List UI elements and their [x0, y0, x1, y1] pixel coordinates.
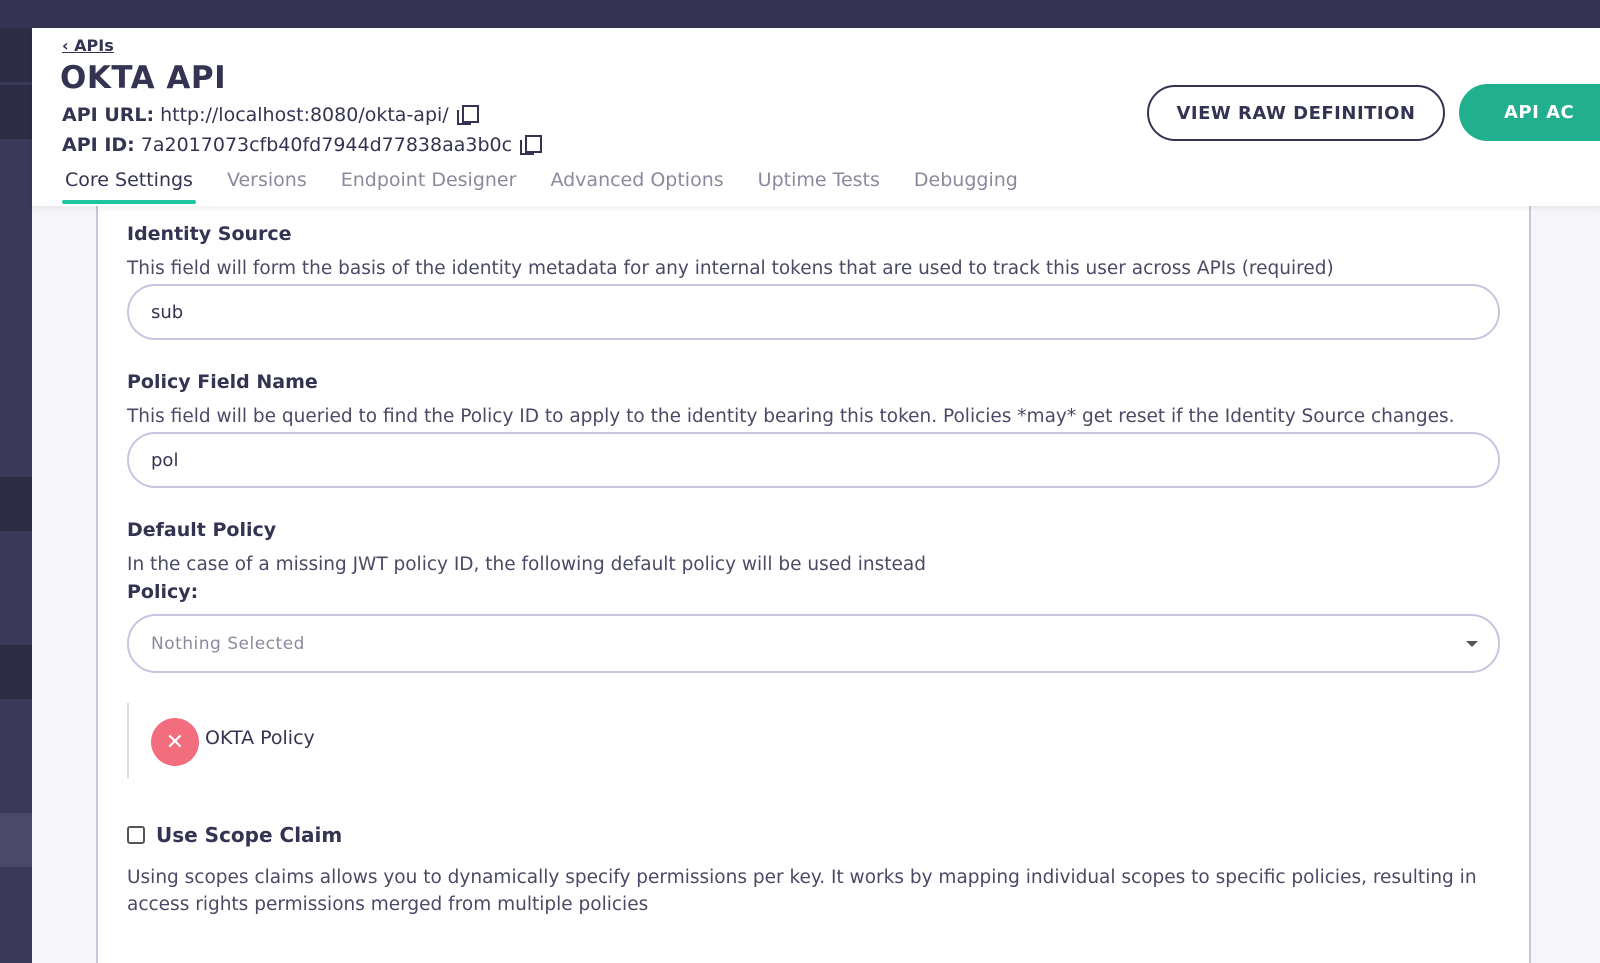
sidebar-item[interactable] [0, 645, 32, 699]
selected-policy-list: ✕ OKTA Policy [127, 703, 427, 778]
api-actions-button[interactable]: API AC [1459, 84, 1600, 141]
default-policy-label: Default Policy [127, 519, 277, 541]
identity-source-value: sub [151, 301, 184, 323]
view-raw-definition-button[interactable]: VIEW RAW DEFINITION [1147, 85, 1445, 141]
copy-icon[interactable] [520, 135, 543, 155]
api-id-row: API ID: 7a2017073cfb40fd7944d77838aa3b0c [62, 134, 543, 156]
policy-select-value: Nothing Selected [151, 633, 305, 654]
back-link-label: APIs [74, 36, 114, 55]
sidebar-item[interactable] [0, 477, 32, 531]
api-url-row: API URL: http://localhost:8080/okta-api/ [62, 104, 479, 126]
policy-field-help: This field will be queried to find the P… [127, 406, 1455, 427]
policy-field-value: pol [151, 449, 179, 471]
tab-core-settings[interactable]: Core Settings [62, 168, 210, 204]
chevron-left-icon: ‹ [62, 36, 69, 55]
policy-select-label: Policy: [127, 581, 199, 603]
top-bar [0, 0, 1600, 28]
tab-uptime-tests[interactable]: Uptime Tests [741, 168, 897, 204]
tab-debugging[interactable]: Debugging [897, 168, 1035, 204]
identity-source-help: This field will form the basis of the id… [127, 258, 1334, 279]
sidebar-item[interactable] [0, 85, 32, 139]
policy-select[interactable]: Nothing Selected [127, 614, 1500, 673]
api-id-value: 7a2017073cfb40fd7944d77838aa3b0c [140, 134, 513, 156]
scope-claim-label: Use Scope Claim [156, 823, 343, 847]
tab-advanced-options[interactable]: Advanced Options [533, 168, 740, 204]
selected-policy-name: OKTA Policy [205, 727, 315, 749]
scope-claim-row: Use Scope Claim [127, 823, 342, 847]
sidebar-item[interactable] [0, 813, 32, 867]
page-title: OKTA API [60, 60, 227, 96]
api-url-value: http://localhost:8080/okta-api/ [160, 104, 449, 126]
copy-icon[interactable] [456, 105, 479, 125]
caret-down-icon [1466, 641, 1478, 647]
back-link[interactable]: ‹ APIs [62, 36, 114, 55]
sidebar [0, 28, 32, 963]
tab-bar: Core Settings Versions Endpoint Designer… [62, 168, 1035, 204]
default-policy-help: In the case of a missing JWT policy ID, … [127, 554, 926, 575]
api-id-label: API ID: [62, 134, 135, 156]
tab-versions[interactable]: Versions [210, 168, 324, 204]
api-url-label: API URL: [62, 104, 155, 126]
policy-field-label: Policy Field Name [127, 371, 318, 393]
tab-endpoint-designer[interactable]: Endpoint Designer [324, 168, 534, 204]
remove-policy-icon[interactable]: ✕ [151, 718, 199, 766]
identity-source-input[interactable]: sub [127, 284, 1500, 340]
sidebar-item[interactable] [0, 28, 32, 82]
scope-claim-help: Using scopes claims allows you to dynami… [127, 867, 1477, 915]
scope-claim-checkbox[interactable] [127, 826, 145, 844]
policy-field-input[interactable]: pol [127, 432, 1500, 488]
identity-source-label: Identity Source [127, 223, 292, 245]
